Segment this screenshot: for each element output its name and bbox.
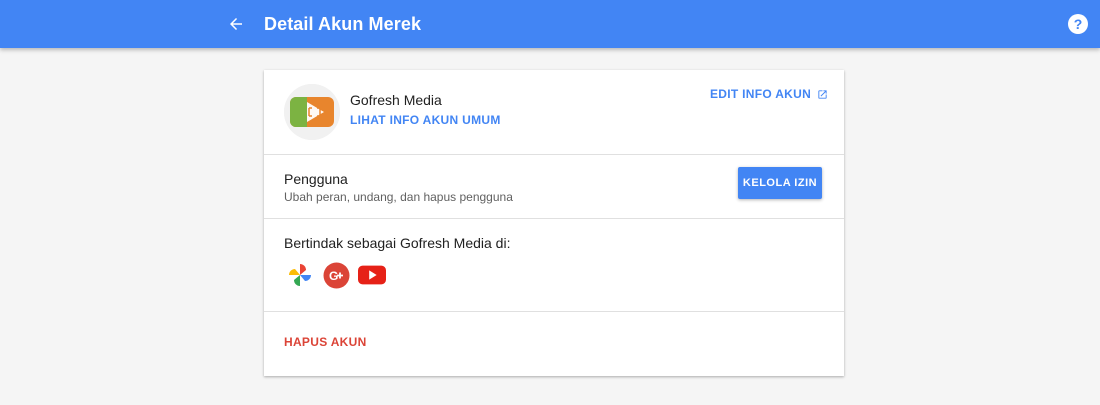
app-bar: Detail Akun Merek ? <box>0 0 1100 48</box>
youtube-service[interactable] <box>358 261 386 289</box>
help-icon[interactable]: ? <box>1068 14 1088 34</box>
brand-name: Gofresh Media <box>350 92 442 108</box>
google-plus-icon: G <box>323 262 349 288</box>
svg-text:G: G <box>329 269 338 283</box>
delete-account-link[interactable]: HAPUS AKUN <box>284 335 367 349</box>
youtube-icon <box>358 265 386 285</box>
users-title: Pengguna <box>284 171 348 187</box>
google-plus-service[interactable]: G <box>322 261 350 289</box>
pinwheel-icon <box>289 264 311 286</box>
help-glyph: ? <box>1073 16 1083 32</box>
back-button[interactable] <box>222 10 250 38</box>
arrow-back-icon <box>230 18 242 30</box>
act-as-section: Bertindak sebagai Gofresh Media di: G <box>264 219 844 312</box>
users-subtitle: Ubah peran, undang, dan hapus pengguna <box>284 190 513 204</box>
page-title: Detail Akun Merek <box>264 14 422 34</box>
view-public-info-link[interactable]: LIHAT INFO AKUN UMUM <box>350 113 501 127</box>
users-section: Pengguna Ubah peran, undang, dan hapus p… <box>264 155 844 219</box>
brand-logo-icon <box>284 84 340 140</box>
google-photos-service[interactable] <box>286 261 314 289</box>
account-header-section: Gofresh Media LIHAT INFO AKUN UMUM EDIT … <box>264 70 844 155</box>
manage-permissions-button[interactable]: KELOLA IZIN <box>738 167 822 199</box>
act-as-label: Bertindak sebagai Gofresh Media di: <box>284 235 511 251</box>
edit-account-info-link[interactable]: EDIT INFO AKUN <box>710 87 828 101</box>
brand-avatar <box>284 84 340 140</box>
edit-account-info-label: EDIT INFO AKUN <box>710 87 812 101</box>
danger-section: HAPUS AKUN <box>264 312 844 376</box>
account-detail-card: Gofresh Media LIHAT INFO AKUN UMUM EDIT … <box>264 70 844 376</box>
open-in-new-icon <box>818 89 827 99</box>
